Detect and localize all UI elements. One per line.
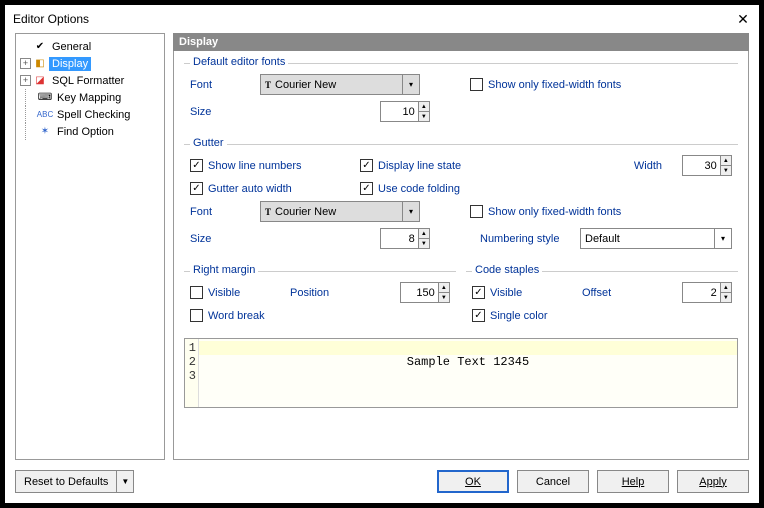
group-title-gutter: Gutter [190, 137, 227, 149]
display-line-state-checkbox[interactable]: ✓Display line state [360, 159, 520, 172]
truetype-icon: T [265, 207, 271, 217]
sample-text: Sample Text 12345 [199, 355, 737, 369]
chevron-down-icon[interactable]: ▾ [402, 202, 419, 221]
tree-item-sql-formatter[interactable]: + ◪ SQL Formatter [18, 72, 162, 89]
formatter-icon: ◪ [33, 74, 47, 88]
chevron-down-icon[interactable]: ▾ [714, 229, 731, 248]
check-icon: ✔ [33, 40, 47, 54]
tree-item-spell-checking[interactable]: ABC Spell Checking [18, 106, 162, 123]
position-spinner[interactable]: ▲▼ [400, 282, 450, 303]
spin-up-icon[interactable]: ▲ [721, 156, 731, 166]
numbering-style-combo[interactable]: Default ▾ [580, 228, 732, 249]
category-tree[interactable]: ✔ General + ◧ Display + ◪ SQL Formatter … [15, 33, 165, 460]
tree-item-general[interactable]: ✔ General [18, 38, 162, 55]
spin-up-icon[interactable]: ▲ [419, 102, 429, 112]
spin-up-icon[interactable]: ▲ [439, 283, 449, 293]
spellcheck-icon: ABC [38, 108, 52, 122]
group-title-default-fonts: Default editor fonts [190, 56, 288, 68]
sample-preview: 1 2 3 Sample Text 12345 [184, 338, 738, 408]
numbering-style-label: Numbering style [480, 233, 570, 245]
gutter-fixed-width-checkbox[interactable]: Show only fixed-width fonts [470, 205, 621, 218]
expand-icon[interactable]: + [20, 75, 31, 86]
find-icon: ✶ [38, 125, 52, 139]
word-break-checkbox[interactable]: Word break [190, 309, 265, 322]
spin-up-icon[interactable]: ▲ [419, 229, 429, 239]
offset-label: Offset [582, 287, 611, 299]
width-spinner[interactable]: ▲▼ [682, 155, 732, 176]
keyboard-icon: ⌨ [38, 91, 52, 105]
close-button[interactable]: ✕ [735, 11, 751, 27]
spin-down-icon[interactable]: ▼ [439, 293, 449, 302]
font-label: Font [190, 79, 250, 91]
expand-icon[interactable]: + [20, 58, 31, 69]
cancel-button[interactable]: Cancel [517, 470, 589, 493]
gutter-auto-width-checkbox[interactable]: ✓Gutter auto width [190, 182, 350, 195]
gutter-font-combo[interactable]: TCourier New ▾ [260, 201, 420, 222]
size-input[interactable] [381, 102, 418, 121]
sample-gutter: 1 2 3 [185, 339, 199, 407]
group-title-right-margin: Right margin [190, 264, 258, 276]
truetype-icon: T [265, 80, 271, 90]
spin-down-icon[interactable]: ▼ [419, 112, 429, 121]
offset-spinner[interactable]: ▲▼ [682, 282, 732, 303]
show-line-numbers-checkbox[interactable]: ✓Show line numbers [190, 159, 350, 172]
tree-item-key-mapping[interactable]: ⌨ Key Mapping [18, 89, 162, 106]
spin-down-icon[interactable]: ▼ [721, 166, 731, 175]
use-code-folding-checkbox[interactable]: ✓Use code folding [360, 182, 460, 195]
size-label: Size [190, 106, 250, 118]
chevron-down-icon[interactable]: ▾ [402, 75, 419, 94]
size-spinner[interactable]: ▲▼ [380, 101, 430, 122]
help-button[interactable]: Help [597, 470, 669, 493]
gutter-size-label: Size [190, 233, 250, 245]
editor-options-window: Editor Options ✕ ✔ General + ◧ Display +… [4, 4, 760, 504]
apply-button[interactable]: Apply [677, 470, 749, 493]
position-label: Position [290, 287, 329, 299]
rm-visible-checkbox[interactable]: Visible [190, 286, 280, 299]
tree-item-display[interactable]: + ◧ Display [18, 55, 162, 72]
position-input[interactable] [401, 283, 438, 302]
ok-button[interactable]: OK [437, 470, 509, 493]
reset-defaults-button[interactable]: Reset to Defaults [15, 470, 116, 493]
spin-up-icon[interactable]: ▲ [721, 283, 731, 293]
cs-visible-checkbox[interactable]: ✓Visible [472, 286, 572, 299]
font-combo[interactable]: TCourier New ▾ [260, 74, 420, 95]
window-title: Editor Options [13, 12, 89, 26]
spin-down-icon[interactable]: ▼ [721, 293, 731, 302]
width-input[interactable] [683, 156, 720, 175]
group-title-code-staples: Code staples [472, 264, 542, 276]
offset-input[interactable] [683, 283, 720, 302]
tree-item-find-option[interactable]: ✶ Find Option [18, 123, 162, 140]
gutter-size-input[interactable] [381, 229, 418, 248]
width-label: Width [530, 160, 672, 172]
gutter-font-label: Font [190, 206, 250, 218]
panel-header: Display [173, 33, 749, 51]
titlebar: Editor Options ✕ [5, 5, 759, 33]
display-icon: ◧ [33, 57, 47, 71]
spin-down-icon[interactable]: ▼ [419, 239, 429, 248]
reset-dropdown-button[interactable]: ▼ [116, 470, 134, 493]
fixed-width-checkbox[interactable]: Show only fixed-width fonts [470, 78, 621, 91]
gutter-size-spinner[interactable]: ▲▼ [380, 228, 430, 249]
single-color-checkbox[interactable]: ✓Single color [472, 309, 547, 322]
